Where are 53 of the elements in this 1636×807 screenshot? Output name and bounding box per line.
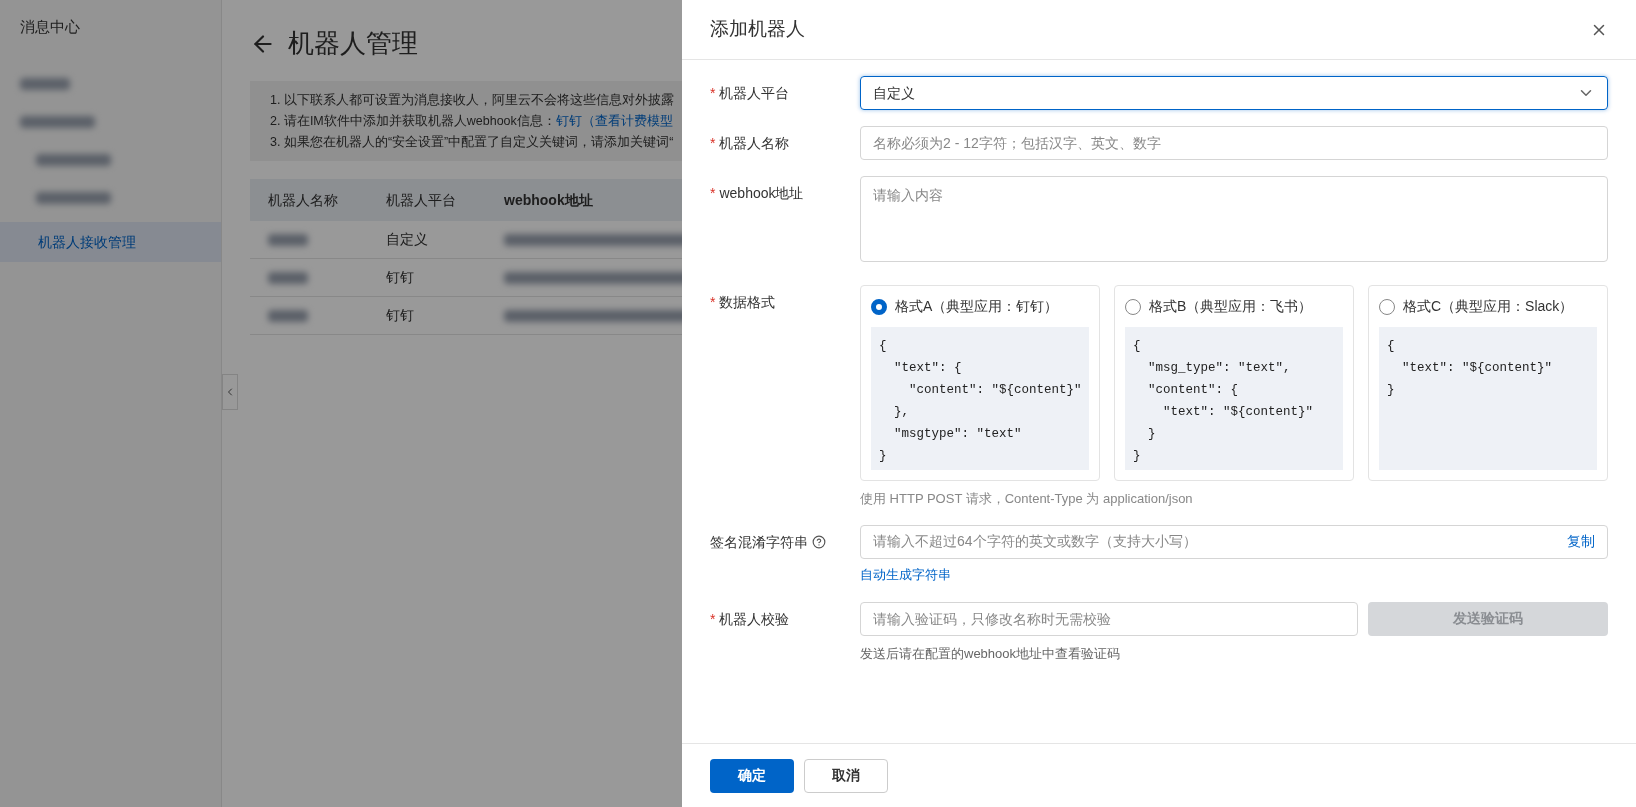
radio-button[interactable] [871,298,887,315]
field-label: 机器人校验 [719,609,790,629]
table-cell-text: 钉钉 [386,268,415,288]
blurred-text [268,233,308,246]
notice-text: 1. 以下联系人都可设置为消息接收人，阿里云不会将这些信息对外披露 [270,92,674,109]
required-mark: * [710,609,716,629]
field-label: 签名混淆字符串 [710,532,808,552]
input-field[interactable]: 名称必须为2 - 12字符；包括汉字、英文、数字 [860,126,1608,160]
hint-text: 发送后请在配置的webhook地址中查看验证码 [860,644,1122,663]
notice-text: 3. 如果您在机器人的“安全设置”中配置了自定义关键词，请添加关键词“ [270,133,674,151]
input-field[interactable]: 请输入验证码，只修改名称时无需校验 [860,601,1358,636]
signature-field[interactable]: 请输入不超过64个字符的英文或数字（支持大小写） 复制 [860,524,1608,559]
required-mark: * [710,134,716,153]
format-card[interactable]: 格式B（典型应用：飞书） { "msg_type": "text", "content": { "text": "${content}" } } [1114,285,1354,481]
table-cell-text: 钉钉 [386,306,415,326]
field-label: 机器人名称 [719,134,790,153]
generate-link[interactable]: 自动生成字符串 [860,564,951,584]
radio-button[interactable] [1379,298,1395,315]
notice-text: 2. 请在IM软件中添加并获取机器人webhook信息： [270,112,556,130]
required-mark: * [710,293,716,312]
format-label: 格式B（典型应用：飞书） [1149,297,1313,316]
field-label: webhook地址 [719,184,804,203]
required-mark: * [710,84,716,103]
format-card[interactable]: 格式C（典型应用：Slack） { "text": "${content}" } [1368,285,1608,481]
required-mark: * [710,184,716,203]
notice-link[interactable]: 钉钉（查看计费模型 [555,111,673,131]
blurred-text [20,78,70,90]
code-sample: { "msg_type": "text", "content": { "text": "${content}" } } [1125,327,1343,470]
code-sample: { "text": { "content": "${content}" }, "msgtype": "text" } [871,327,1089,470]
page-title: 机器人管理 [288,27,418,60]
table-cell-text: 自定义 [386,230,429,250]
blurred-text [268,309,308,322]
platform-select[interactable]: 自定义 [860,76,1608,110]
cancel-button[interactable]: 取消 [804,758,888,793]
format-card[interactable]: 格式A（典型应用：钉钉） { "text": { "content": "${content}" }, "msgtype": "text" } [860,285,1100,481]
format-label: 格式A（典型应用：钉钉） [895,297,1059,316]
column-header: 机器人名称 [268,190,339,210]
field-label: 数据格式 [719,293,776,312]
field-label: 机器人平台 [719,84,790,103]
sidebar-title: 消息中心 [19,17,81,37]
hint-text: 使用 HTTP POST 请求，Content-Type 为 application/json [860,490,1194,508]
copy-link[interactable]: 复制 [1567,531,1595,552]
radio-button[interactable] [1125,298,1141,315]
format-label: 格式C（典型应用：Slack） [1403,297,1574,316]
column-header: 机器人平台 [386,190,457,210]
drawer-title: 添加机器人 [710,17,805,42]
blurred-text [268,271,308,284]
code-sample: { "text": "${content}" } [1379,327,1597,470]
help-icon[interactable] [812,534,826,549]
sidebar-item[interactable]: 机器人接收管理 [0,222,221,262]
column-header: webhook地址 [504,190,593,210]
confirm-button[interactable]: 确定 [710,758,794,793]
webhook-textarea[interactable]: 请输入内容 [860,176,1608,262]
